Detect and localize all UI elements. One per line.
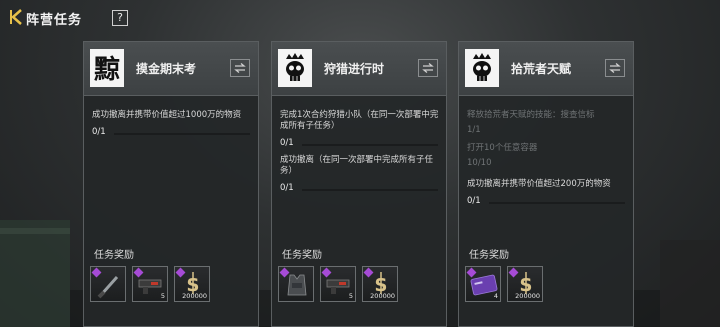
task-description: 完成1次合约狩猎小队（在同一次部署中完成所有子任务） <box>280 110 439 131</box>
swap-icon <box>422 63 434 73</box>
reward-quantity: 200000 <box>515 292 540 300</box>
reward-quantity: 4 <box>493 292 498 300</box>
card-title: 摸金期末考 <box>136 62 197 76</box>
task-description: 成功撤离并携带价值超过1000万的物资 <box>92 110 242 120</box>
task-progress: 0/1 <box>280 183 294 193</box>
task-progress-bar <box>302 144 438 146</box>
task-card-3: 拾荒者天赋 释放拾荒者天赋的技能：搜查信标 1/1 打开10个任意容器 10/1… <box>458 41 634 327</box>
reward-slot[interactable]: S 200000 <box>507 266 543 302</box>
swap-task-button[interactable] <box>605 59 625 77</box>
task-progress-bar <box>114 133 250 135</box>
reward-label: 任务奖励 <box>282 250 322 261</box>
card-header: 拾荒者天赋 <box>459 42 633 96</box>
card-header: 黥 摸金期末考 <box>84 42 258 96</box>
reward-label: 任务奖励 <box>94 250 134 261</box>
task-progress: 1/1 <box>467 125 481 135</box>
reward-quantity: 200000 <box>182 292 207 300</box>
reward-quantity: 5 <box>160 292 165 300</box>
reward-slot[interactable]: 4 <box>465 266 501 302</box>
reward-slot[interactable] <box>90 266 126 302</box>
reward-slot[interactable]: S 200000 <box>174 266 210 302</box>
task-description: 成功撤离并携带价值超过200万的物资 <box>467 179 611 189</box>
reward-quantity: 200000 <box>370 292 395 300</box>
task-card-2: 狩猎进行时 完成1次合约狩猎小队（在同一次部署中完成所有子任务） 0/1 成功撤… <box>271 41 447 327</box>
reward-quantity: 5 <box>348 292 353 300</box>
crown-skull-emblem-icon <box>465 49 499 87</box>
reward-label: 任务奖励 <box>469 250 509 261</box>
task-description: 成功撤离（在同一次部署中完成所有子任务） <box>280 155 434 176</box>
task-progress-bar <box>302 189 438 191</box>
task-progress: 0/1 <box>92 127 106 137</box>
swap-task-button[interactable] <box>418 59 438 77</box>
faction-emblem-icon: 黥 <box>90 49 124 87</box>
page-title: 阵营任务 <box>26 13 83 28</box>
task-card-1: 黥 摸金期末考 成功撤离并携带价值超过1000万的物资 0/1 任务奖励 5 S… <box>83 41 259 327</box>
task-item: 释放拾荒者天赋的技能：搜查信标 1/1 <box>467 110 627 137</box>
task-item: 完成1次合约狩猎小队（在同一次部署中完成所有子任务） 0/1 <box>280 110 440 150</box>
task-item: 成功撤离（在同一次部署中完成所有子任务） 0/1 <box>280 155 440 195</box>
task-description: 打开10个任意容器 <box>467 143 538 153</box>
reward-slot[interactable]: 5 <box>132 266 168 302</box>
card-title: 狩猎进行时 <box>324 62 385 76</box>
back-button[interactable] <box>8 7 28 27</box>
reward-slot[interactable]: 5 <box>320 266 356 302</box>
crown-skull-emblem-icon <box>278 49 312 87</box>
swap-task-button[interactable] <box>230 59 250 77</box>
task-item: 打开10个任意容器 10/10 <box>467 143 627 170</box>
task-item: 成功撤离并携带价值超过1000万的物资 0/1 <box>92 110 252 139</box>
top-bar: 阵营任务 ? <box>0 0 720 34</box>
task-progress: 0/1 <box>467 196 481 206</box>
task-item: 成功撤离并携带价值超过200万的物资 0/1 <box>467 179 627 208</box>
task-description: 释放拾荒者天赋的技能：搜查信标 <box>467 110 595 120</box>
task-progress: 0/1 <box>280 138 294 148</box>
swap-icon <box>609 63 621 73</box>
back-arrow-icon <box>10 9 22 25</box>
help-button[interactable]: ? <box>112 10 128 26</box>
swap-icon <box>234 63 246 73</box>
reward-slot[interactable]: S 200000 <box>362 266 398 302</box>
task-progress: 10/10 <box>467 158 492 168</box>
card-header: 狩猎进行时 <box>272 42 446 96</box>
task-progress-bar <box>489 202 625 204</box>
card-title: 拾荒者天赋 <box>511 62 572 76</box>
emblem-glyph: 黥 <box>94 54 120 85</box>
reward-slot[interactable] <box>278 266 314 302</box>
